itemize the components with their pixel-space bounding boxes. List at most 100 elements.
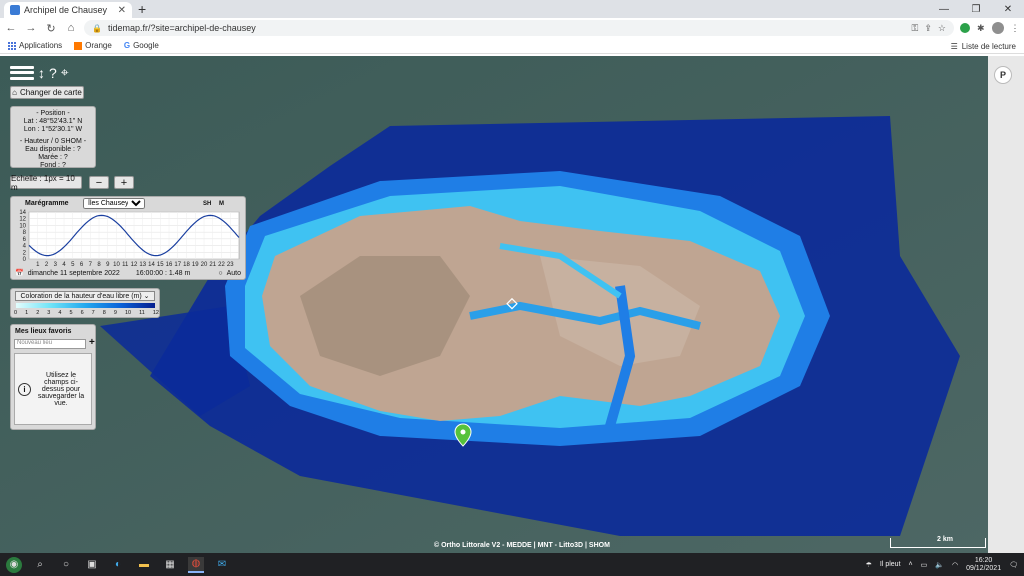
favorites-title: Mes lieux favoris [15,328,72,335]
coloration-panel: Coloration de la hauteur d'eau libre (m)… [10,288,160,318]
clock-date: 09/12/2021 [966,564,1002,572]
forward-icon[interactable]: → [24,22,38,34]
coloration-title: Coloration de la hauteur d'eau libre (m) [20,292,142,300]
home-icon[interactable]: ⌂ [64,22,78,34]
key-icon[interactable]: ⚿ [912,23,919,34]
water-available: Eau disponible : ? [25,146,81,153]
volume-icon[interactable]: 🔈 [935,561,944,569]
file-explorer-icon[interactable]: ▬ [136,557,152,573]
menu-icon[interactable]: ⋮ [1011,23,1020,34]
back-icon[interactable]: ← [4,22,18,34]
tide-chart[interactable]: 141210864201 2 3 4 5 6 7 8 9 10 11 12 13 14 15 16 17 18 19… [11,209,245,267]
color-tick-label: 11 [139,310,145,316]
tray-chevron-icon[interactable]: ˄ [909,561,913,568]
bookmarks-bar: Applications Orange G Google ☰ Liste de … [0,38,1024,54]
close-tab-icon[interactable]: ✕ [118,5,126,16]
height-arrows-icon[interactable]: ↕ [38,65,45,81]
zoom-out-button[interactable]: − [89,176,109,189]
clock[interactable]: 16:20 09/12/2021 [966,557,1001,573]
orange-logo-icon [74,41,83,50]
color-tick-label: 12 [152,310,159,316]
start-icon[interactable]: ◉ [6,556,22,573]
lock-icon[interactable]: 🔒 [92,24,102,33]
extension-icon[interactable] [960,23,970,33]
tide-chart-xtick: 8 [97,262,101,267]
bookmark-applications[interactable]: Applications [8,41,62,50]
help-icon[interactable]: ? [49,65,57,81]
auto-radio-icon[interactable]: ○ [218,270,222,277]
puzzle-icon[interactable]: ✱ [977,23,985,34]
reload-icon[interactable]: ↻ [44,22,58,35]
home-icon: ⌂ [12,88,17,97]
tide-chart-xtick: 12 [131,262,138,267]
tide-chart-xtick: 15 [157,262,164,267]
scale-button[interactable]: Echelle : 1px = 10 m [10,174,82,192]
task-view-icon[interactable]: ▣ [84,557,100,573]
tag-m[interactable]: M [219,201,224,207]
coloration-select[interactable]: Coloration de la hauteur d'eau libre (m)… [15,291,155,301]
cortana-icon[interactable]: ○ [58,557,74,573]
network-icon[interactable]: ▭ [921,561,928,569]
tab-active[interactable]: Archipel de Chausey ✕ [4,2,132,18]
profile-button[interactable]: P [994,66,1012,84]
tide-chart-xtick: 9 [106,262,110,267]
edge-icon[interactable]: ◐ [110,557,126,573]
mail-icon[interactable]: ✉ [214,557,230,573]
umbrella-icon[interactable]: ☂ [866,561,872,569]
tide-chart-ytick: 4 [23,244,27,250]
longitude: Lon : 1°52'30.1'' W [23,126,83,133]
tide-chart-xtick: 10 [113,262,120,267]
color-tick-label: 0 [14,310,18,316]
auto-label: Auto [226,269,241,277]
bookmark-orange[interactable]: Orange [74,41,112,50]
search-icon[interactable]: ⌕ [32,557,48,573]
change-map-button[interactable]: ⌂ Changer de carte [10,86,84,99]
tide-chart-xtick: 3 [54,262,58,267]
position-panel: - Position - Lat : 48°52'43.1'' N Lon : … [10,106,96,169]
chrome-icon[interactable]: ◍ [188,556,204,573]
station-select[interactable]: Îles Chausey [83,198,145,209]
chevron-down-icon: ⌄ [141,293,150,300]
maregramme-title: Marégramme [25,200,69,207]
time-height: 16:00:00 : 1.48 m [135,269,191,277]
tag-sh[interactable]: SH [203,201,211,207]
right-sidebar [988,56,1024,553]
height-title: - Hauteur / 0 SHOM - [19,138,87,145]
color-tick-label: 10 [124,310,132,316]
new-tab-button[interactable]: + [138,1,146,17]
star-icon[interactable]: ☆ [938,23,946,34]
minimize-icon[interactable]: — [928,0,960,18]
tab-title: Archipel de Chausey [24,5,108,15]
calendar-icon[interactable]: 📅 [15,269,24,277]
color-tick-label: 3 [47,310,51,316]
address-bar[interactable]: 🔒 tidemap.fr/?site=archipel-de-chausey ⚿… [84,20,954,36]
tide-chart-ytick: 10 [19,223,26,229]
apps-grid-icon [8,41,16,50]
tide-chart-ytick: 8 [23,230,27,236]
locate-icon[interactable]: ⌖ [61,64,69,81]
wifi-icon[interactable]: ◠ [952,561,958,569]
windows-taskbar: ◉ ⌕ ○ ▣ ◐ ▬ ▦ ◍ ✉ ☂ Il pleut ˄ ▭ 🔈 ◠ 16:… [0,553,1024,576]
weather-label[interactable]: Il pleut [880,561,901,568]
zoom-in-button[interactable]: + [114,176,134,189]
reading-list[interactable]: ☰ Liste de lecture [951,38,1016,54]
new-place-input[interactable]: Nouveau lieu [14,339,86,349]
share-icon[interactable]: ⇪ [924,23,932,34]
tide-chart-ytick: 12 [19,217,26,223]
notifications-icon[interactable]: 🗨 [1009,561,1018,569]
close-window-icon[interactable]: ✕ [992,0,1024,18]
tide-chart-xtick: 2 [45,262,49,267]
tide-chart-xtick: 13 [139,262,146,267]
bookmark-google[interactable]: G Google [124,41,159,50]
tide-chart-ytick: 2 [23,250,27,256]
restore-icon[interactable]: ❐ [960,0,992,18]
scale-bar-label: 2 km [937,536,953,543]
color-tick-label: 9 [113,310,117,316]
tide-chart-xtick: 23 [227,262,234,267]
hamburger-menu-icon[interactable] [10,65,34,80]
profile-avatar[interactable] [991,22,1004,34]
color-scale-ticks: 0 1 2 3 4 5 6 7 8 9 10 11 12 [14,310,159,316]
change-map-label: Changer de carte [20,88,82,97]
add-favorite-button[interactable]: + [89,337,95,348]
store-icon[interactable]: ▦ [162,557,178,573]
